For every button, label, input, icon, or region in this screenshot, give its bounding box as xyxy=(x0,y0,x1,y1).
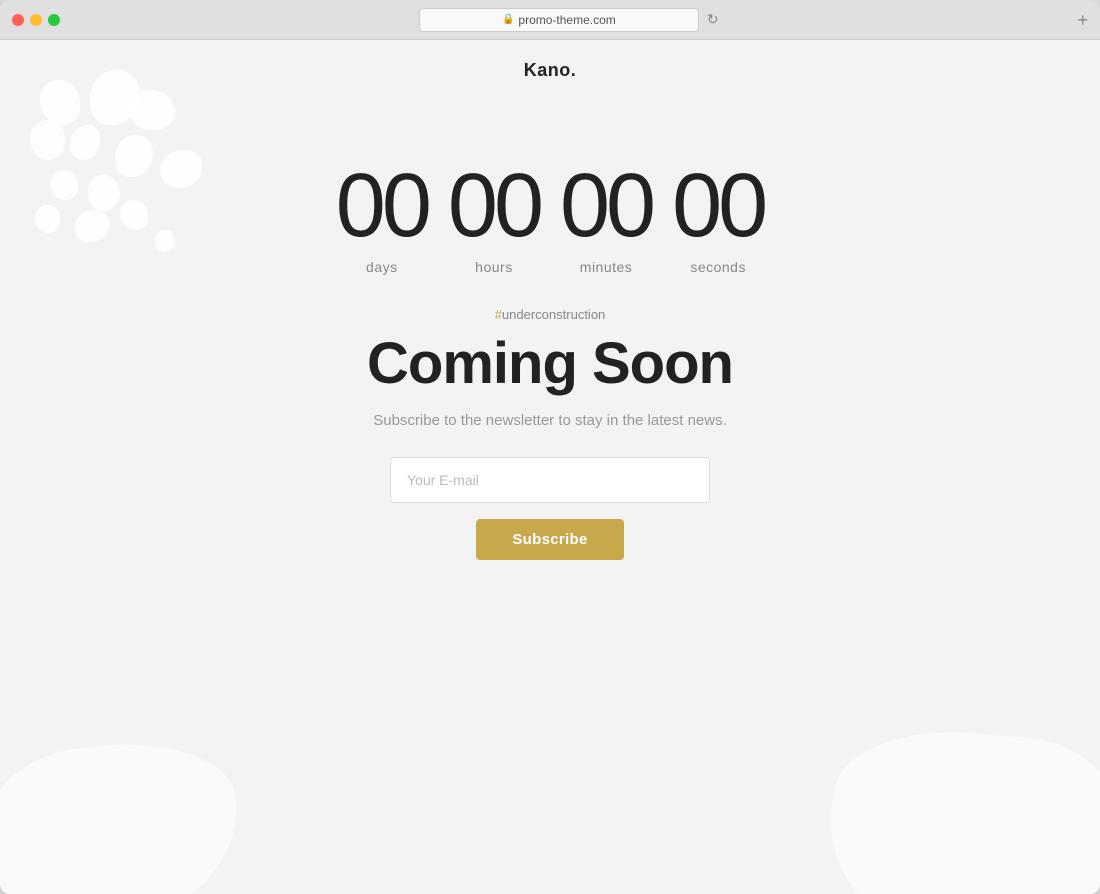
main-content: 00 days 00 hours 00 minutes 00 seconds xyxy=(336,161,764,560)
hashtag-line: #underconstruction xyxy=(495,307,606,322)
hours-value: 00 xyxy=(448,161,540,251)
reload-button[interactable]: ↻ xyxy=(707,11,719,28)
countdown-seconds: 00 seconds xyxy=(672,161,764,275)
maximize-button[interactable] xyxy=(48,14,60,26)
site-logo: Kano. xyxy=(524,60,577,81)
page-content: Kano. 00 days 00 hours 00 minutes 00 xyxy=(0,40,1100,894)
countdown-timer: 00 days 00 hours 00 minutes 00 seconds xyxy=(336,161,764,275)
blob-bottom-left xyxy=(0,723,254,894)
seconds-label: seconds xyxy=(690,259,746,275)
hashtag-symbol: # xyxy=(495,307,502,322)
email-form: Subscribe xyxy=(390,457,710,560)
address-bar: 🔒 promo-theme.com ↻ xyxy=(126,8,1011,32)
url-input[interactable]: 🔒 promo-theme.com xyxy=(419,8,699,32)
close-button[interactable] xyxy=(12,14,24,26)
coming-soon-title: Coming Soon xyxy=(367,332,733,396)
subscribe-description: Subscribe to the newsletter to stay in t… xyxy=(373,412,727,429)
minutes-label: minutes xyxy=(580,259,633,275)
days-label: days xyxy=(366,259,398,275)
hours-label: hours xyxy=(475,259,513,275)
email-input[interactable] xyxy=(390,457,710,503)
seconds-value: 00 xyxy=(672,161,764,251)
countdown-minutes: 00 minutes xyxy=(560,161,652,275)
browser-chrome: 🔒 promo-theme.com ↻ + xyxy=(0,0,1100,40)
days-value: 00 xyxy=(336,161,428,251)
decorative-blobs-top xyxy=(30,70,230,270)
blob-bottom-right xyxy=(822,721,1100,894)
browser-window: 🔒 promo-theme.com ↻ + xyxy=(0,0,1100,894)
lock-icon: 🔒 xyxy=(502,14,514,25)
countdown-hours: 00 hours xyxy=(448,161,540,275)
minimize-button[interactable] xyxy=(30,14,42,26)
hashtag-text: underconstruction xyxy=(502,307,605,322)
email-input-wrapper xyxy=(390,457,710,503)
site-header: Kano. xyxy=(524,60,577,81)
minutes-value: 00 xyxy=(560,161,652,251)
decorative-blobs-bottom xyxy=(0,694,1100,894)
countdown-days: 00 days xyxy=(336,161,428,275)
subscribe-button[interactable]: Subscribe xyxy=(476,519,623,560)
url-text: promo-theme.com xyxy=(518,13,615,27)
new-tab-button[interactable]: + xyxy=(1077,11,1088,29)
